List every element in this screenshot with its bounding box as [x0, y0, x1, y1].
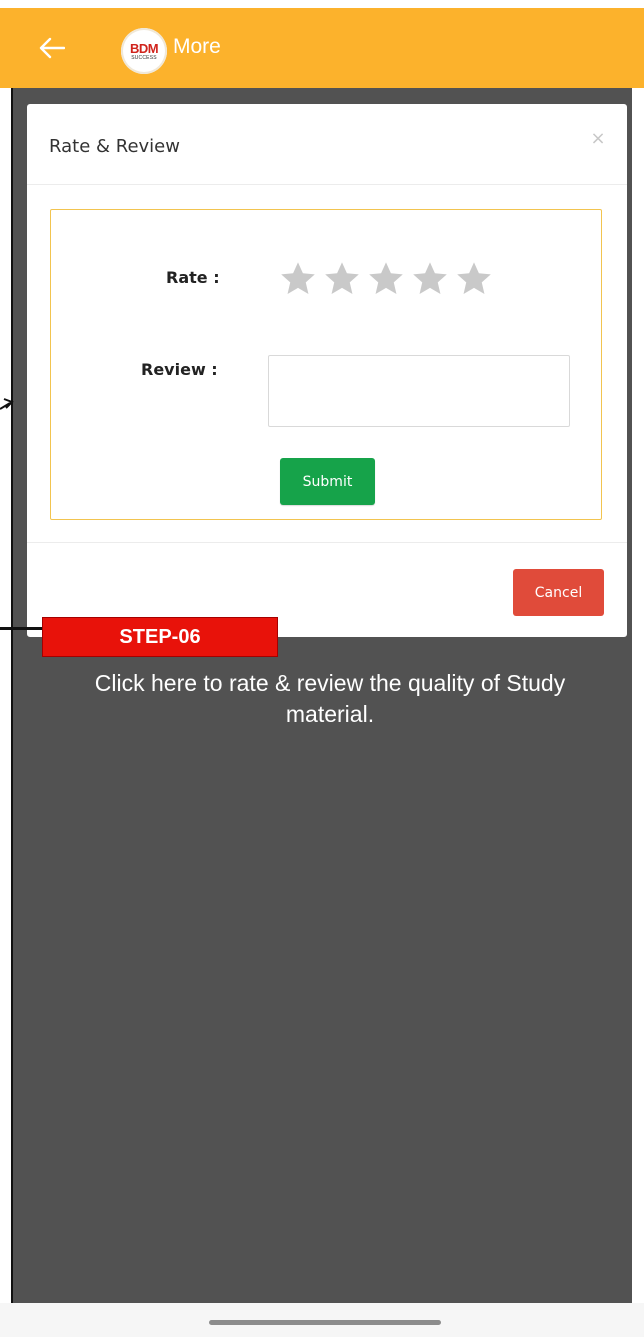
- logo-subtext: SUCCESS: [131, 54, 157, 61]
- app-logo: BDM SUCCESS: [121, 28, 167, 74]
- star-icon[interactable]: [367, 260, 405, 298]
- dialog-title: Rate & Review: [49, 136, 180, 157]
- star-icon[interactable]: [323, 260, 361, 298]
- submit-button[interactable]: Submit: [280, 458, 375, 505]
- review-label: Review :: [141, 360, 218, 379]
- star-icon[interactable]: [279, 260, 317, 298]
- star-rating[interactable]: [279, 260, 493, 310]
- rate-label: Rate :: [166, 268, 220, 287]
- arrow-left-icon: [39, 37, 65, 59]
- review-input[interactable]: [268, 355, 570, 427]
- dialog-footer-divider: [27, 542, 627, 543]
- edge-divider: [11, 88, 13, 1303]
- step-badge: STEP-06: [42, 617, 278, 657]
- rate-review-form: Rate : Review : Submit: [50, 209, 602, 520]
- screen: BDM SUCCESS More Rate & Review × Rate : …: [0, 0, 644, 1337]
- step-caption: Click here to rate & review the quality …: [94, 670, 566, 727]
- star-icon[interactable]: [455, 260, 493, 298]
- star-icon[interactable]: [411, 260, 449, 298]
- callout-line: [0, 627, 42, 630]
- dialog-header: Rate & Review ×: [27, 104, 627, 185]
- back-button[interactable]: [30, 26, 74, 70]
- cancel-button[interactable]: Cancel: [513, 569, 604, 616]
- pointer-arrow-icon: [0, 398, 14, 410]
- page-title: More: [173, 35, 221, 58]
- logo-text: BDM: [129, 40, 159, 56]
- rate-review-dialog: Rate & Review × Rate : Review : Submit C…: [27, 104, 627, 637]
- close-icon[interactable]: ×: [587, 128, 609, 150]
- app-bar: BDM SUCCESS More: [0, 8, 644, 88]
- home-indicator[interactable]: [209, 1320, 441, 1325]
